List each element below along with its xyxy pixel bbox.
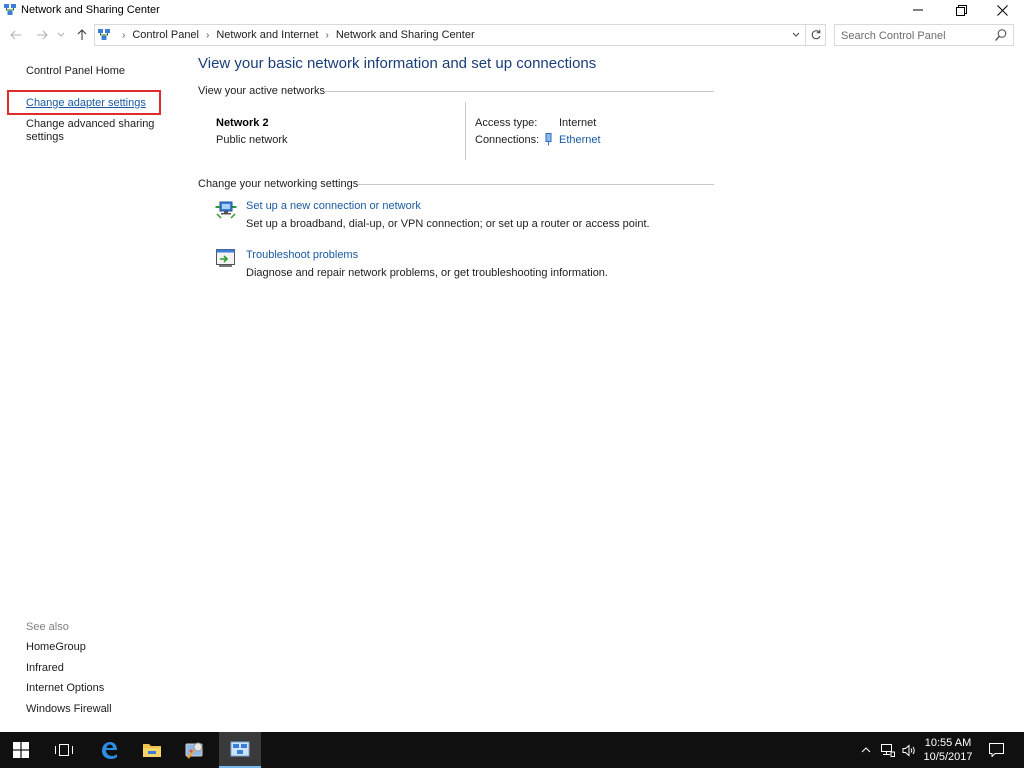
troubleshoot-description: Diagnose and repair network problems, or…	[246, 267, 608, 279]
address-bar[interactable]: › Control Panel › Network and Internet ›…	[94, 24, 826, 46]
page-title: View your basic network information and …	[198, 55, 597, 72]
connections-label: Connections:	[475, 134, 540, 146]
control-panel-icon	[98, 29, 110, 40]
setup-connection-link[interactable]: Set up a new connection or network	[246, 200, 421, 212]
see-also-label: See also	[26, 621, 69, 633]
breadcrumb-control-panel[interactable]: Control Panel	[132, 29, 199, 41]
back-arrow-icon	[10, 30, 21, 40]
breadcrumb-network-and-sharing-center[interactable]: Network and Sharing Center	[336, 29, 475, 41]
network-center-app-button[interactable]	[219, 732, 261, 768]
change-advanced-sharing-link[interactable]: Change advanced sharing settings	[26, 118, 154, 144]
volume-tray-button[interactable]	[899, 732, 919, 768]
control-panel-app-button[interactable]	[174, 732, 216, 768]
access-type-value: Internet	[559, 117, 597, 129]
clock-time: 10:55 AM	[924, 737, 972, 749]
forward-button[interactable]	[34, 28, 50, 42]
network-tray-button[interactable]	[878, 732, 898, 768]
change-advanced-sharing-line1: Change advanced sharing	[26, 118, 155, 130]
troubleshoot-link[interactable]: Troubleshoot problems	[246, 249, 358, 261]
edge-icon	[102, 742, 117, 759]
recent-locations-button[interactable]	[56, 28, 66, 42]
network-center-app-icon	[230, 741, 250, 757]
task-view-button[interactable]	[43, 732, 85, 768]
system-clock[interactable]: 10:55 AM 10/5/2017	[918, 736, 978, 764]
search-input[interactable]	[841, 28, 989, 43]
start-button[interactable]	[0, 732, 42, 768]
network-type: Public network	[216, 134, 288, 146]
control-panel-app-icon	[185, 742, 203, 759]
refresh-icon	[811, 29, 820, 40]
start-icon	[13, 742, 29, 758]
close-icon	[996, 4, 1008, 16]
restore-button[interactable]	[941, 0, 981, 20]
ethernet-link[interactable]: Ethernet	[559, 134, 601, 146]
taskbar: 10:55 AM 10/5/2017	[0, 732, 1024, 768]
search-box[interactable]	[834, 24, 1014, 46]
homegroup-link[interactable]: HomeGroup	[26, 641, 86, 654]
chevron-up-icon	[861, 747, 871, 753]
change-adapter-settings-link[interactable]: Change adapter settings	[26, 97, 146, 110]
window-title: Network and Sharing Center	[21, 4, 160, 16]
task-view-icon	[55, 744, 73, 756]
window: Network and Sharing Center › Control Pan…	[0, 0, 1024, 732]
network-name: Network 2	[216, 117, 269, 129]
left-pane: Control Panel Home Change adapter settin…	[0, 48, 180, 732]
change-settings-label: Change your networking settings	[198, 178, 359, 190]
section-divider	[358, 184, 714, 185]
chevron-right-icon[interactable]: ›	[325, 30, 328, 41]
network-tray-icon	[881, 743, 895, 757]
vertical-divider	[465, 102, 466, 160]
internet-options-link[interactable]: Internet Options	[26, 682, 104, 695]
up-arrow-icon	[77, 29, 87, 40]
volume-icon	[902, 743, 915, 757]
minimize-icon	[913, 9, 923, 11]
chevron-down-icon	[57, 32, 65, 37]
clock-date: 10/5/2017	[923, 751, 973, 763]
infrared-link[interactable]: Infrared	[26, 662, 64, 675]
ethernet-icon	[545, 133, 552, 146]
section-divider	[324, 91, 714, 92]
control-panel-home-link[interactable]: Control Panel Home	[26, 65, 125, 78]
edge-button[interactable]	[88, 732, 130, 768]
network-setup-icon	[215, 201, 237, 219]
address-dropdown-button[interactable]	[789, 27, 803, 43]
close-button[interactable]	[982, 0, 1022, 20]
breadcrumb-network-and-internet[interactable]: Network and Internet	[216, 29, 318, 41]
troubleshoot-icon	[216, 249, 235, 267]
search-icon[interactable]	[994, 28, 1008, 42]
navigation-bar: › Control Panel › Network and Internet ›…	[0, 23, 1024, 48]
setup-connection-description: Set up a broadband, dial-up, or VPN conn…	[246, 218, 650, 230]
notification-icon	[988, 743, 1004, 757]
back-button[interactable]	[8, 28, 24, 42]
show-hidden-icons-button[interactable]	[856, 732, 876, 768]
title-bar: Network and Sharing Center	[0, 0, 1024, 22]
restore-icon	[955, 4, 967, 16]
forward-arrow-icon	[37, 30, 48, 40]
active-networks-label: View your active networks	[198, 85, 325, 97]
refresh-button[interactable]	[805, 25, 825, 45]
minimize-button[interactable]	[898, 0, 938, 20]
file-explorer-button[interactable]	[131, 732, 173, 768]
access-type-label: Access type:	[475, 117, 538, 129]
change-advanced-sharing-line2: settings	[26, 131, 64, 143]
breadcrumb: › Control Panel › Network and Internet ›…	[115, 29, 475, 41]
action-center-button[interactable]	[984, 732, 1008, 768]
chevron-down-icon	[792, 32, 800, 37]
chevron-right-icon[interactable]: ›	[122, 30, 125, 41]
windows-firewall-link[interactable]: Windows Firewall	[26, 703, 112, 716]
file-explorer-icon	[143, 744, 161, 757]
network-center-icon	[4, 4, 16, 15]
up-button[interactable]	[74, 28, 90, 42]
chevron-right-icon[interactable]: ›	[206, 30, 209, 41]
